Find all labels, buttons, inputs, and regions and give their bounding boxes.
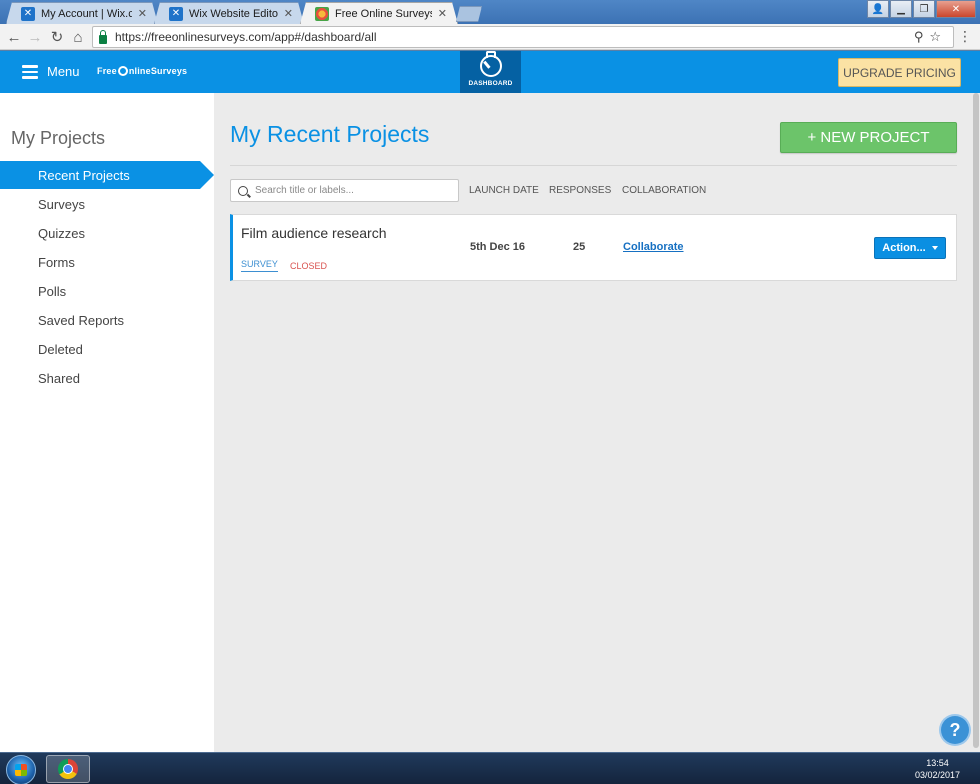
- menu-button[interactable]: Menu: [47, 64, 80, 79]
- page-title: My Recent Projects: [230, 121, 430, 147]
- sidebar-item-deleted[interactable]: Deleted: [0, 335, 214, 363]
- brand-prefix: Free: [97, 66, 117, 76]
- back-arrow-icon[interactable]: ←: [5, 28, 23, 46]
- column-header-responses[interactable]: RESPONSES: [549, 185, 611, 196]
- project-launch-date: 5th Dec 16: [470, 241, 526, 253]
- dashboard-label: DASHBOARD: [468, 80, 513, 87]
- scrollbar-thumb[interactable]: [973, 93, 979, 748]
- action-dropdown-button[interactable]: Action...: [874, 237, 946, 259]
- close-icon[interactable]: ✕: [284, 7, 293, 20]
- new-tab-button[interactable]: [456, 6, 482, 22]
- sidebar-item-quizzes[interactable]: Quizzes: [0, 219, 214, 247]
- forward-arrow-icon[interactable]: →: [26, 28, 44, 46]
- project-status-badge: CLOSED: [290, 261, 328, 271]
- browser-tab-bar: ✕ My Account | Wix.com ✕ ✕ Wix Website E…: [0, 0, 980, 24]
- column-header-launch-date[interactable]: LAUNCH DATE: [469, 185, 539, 196]
- page-scrollbar[interactable]: [972, 93, 980, 752]
- new-project-button[interactable]: + NEW PROJECT: [780, 122, 957, 153]
- free-online-surveys-icon: [315, 7, 329, 21]
- project-row[interactable]: Film audience research SURVEY CLOSED 5th…: [230, 214, 957, 281]
- sidebar-item-recent-projects[interactable]: Recent Projects: [0, 161, 214, 189]
- wix-icon: ✕: [21, 7, 35, 21]
- sidebar-item-surveys[interactable]: Surveys: [0, 190, 214, 218]
- minimize-icon[interactable]: ▁: [890, 0, 912, 18]
- sidebar-item-polls[interactable]: Polls: [0, 277, 214, 305]
- tab-label: My Account | Wix.com: [41, 7, 132, 20]
- divider: [230, 165, 957, 166]
- lock-icon: [99, 29, 107, 44]
- sidebar-item-saved-reports[interactable]: Saved Reports: [0, 306, 214, 334]
- sidebar-item-forms[interactable]: Forms: [0, 248, 214, 276]
- dashboard-tab[interactable]: DASHBOARD: [460, 51, 521, 93]
- browser-menu-icon[interactable]: ⋮: [958, 28, 972, 45]
- close-icon[interactable]: ✕: [138, 7, 147, 20]
- user-icon[interactable]: 👤: [867, 0, 889, 18]
- home-icon[interactable]: ⌂: [69, 28, 87, 46]
- stopwatch-icon: [479, 51, 502, 77]
- windows-start-icon[interactable]: [6, 755, 36, 784]
- caret-down-icon: [931, 246, 938, 250]
- browser-tab-wix-editor[interactable]: ✕ Wix Website Editor ✕: [154, 2, 304, 24]
- os-taskbar: 13:54 03/02/2017: [0, 752, 980, 784]
- system-clock[interactable]: 13:54 03/02/2017: [915, 757, 960, 781]
- sidebar-title: My Projects: [11, 128, 106, 148]
- taskbar-chrome-button[interactable]: [46, 755, 90, 783]
- sidebar: My Projects Recent Projects Surveys Quiz…: [0, 93, 214, 752]
- app-header: Menu Free nlineSurveys DASHBOARD UPGRADE …: [0, 51, 980, 93]
- chrome-icon: [58, 759, 78, 779]
- brand-suffix: nlineSurveys: [128, 66, 188, 76]
- bookmark-star-icon[interactable]: ⚲☆: [914, 29, 947, 45]
- search-input[interactable]: [255, 185, 445, 196]
- tab-label: Wix Website Editor: [189, 7, 278, 20]
- action-label: Action...: [882, 242, 926, 254]
- sidebar-item-shared[interactable]: Shared: [0, 364, 214, 392]
- brand-logo[interactable]: Free nlineSurveys: [97, 66, 187, 76]
- upgrade-pricing-button[interactable]: UPGRADE PRICING: [838, 58, 961, 87]
- column-header-collaboration[interactable]: COLLABORATION: [622, 185, 706, 196]
- help-button[interactable]: ?: [941, 716, 969, 744]
- search-box[interactable]: [230, 179, 459, 202]
- window-controls: 👤 ▁ ❐ ✕: [866, 0, 976, 18]
- tab-label: Free Online Surveys: [335, 7, 432, 20]
- browser-toolbar: ← → ↻ ⌂ https://freeonlinesurveys.com/ap…: [0, 24, 980, 50]
- url-text: https://freeonlinesurveys.com/app#/dashb…: [115, 30, 377, 44]
- window-close-icon[interactable]: ✕: [936, 0, 976, 18]
- brand-o-icon: [117, 66, 128, 76]
- hamburger-menu-icon[interactable]: [22, 65, 38, 79]
- project-responses-count: 25: [573, 241, 586, 253]
- clock-time: 13:54: [926, 758, 949, 768]
- clock-date: 03/02/2017: [914, 770, 960, 780]
- project-type-label[interactable]: SURVEY: [241, 259, 278, 272]
- restore-icon[interactable]: ❐: [913, 0, 935, 18]
- collaborate-link[interactable]: Collaborate: [623, 241, 684, 253]
- main-content: My Recent Projects + NEW PROJECT LAUNCH …: [214, 93, 972, 752]
- reload-icon[interactable]: ↻: [48, 28, 66, 46]
- browser-tab-free-online-surveys[interactable]: Free Online Surveys ✕: [300, 2, 458, 24]
- search-icon: [238, 185, 248, 196]
- url-bar[interactable]: https://freeonlinesurveys.com/app#/dashb…: [92, 26, 954, 48]
- close-icon[interactable]: ✕: [438, 7, 447, 20]
- wix-icon: ✕: [169, 7, 183, 21]
- browser-tab-wix-account[interactable]: ✕ My Account | Wix.com ✕: [6, 2, 158, 24]
- project-name[interactable]: Film audience research: [241, 225, 387, 241]
